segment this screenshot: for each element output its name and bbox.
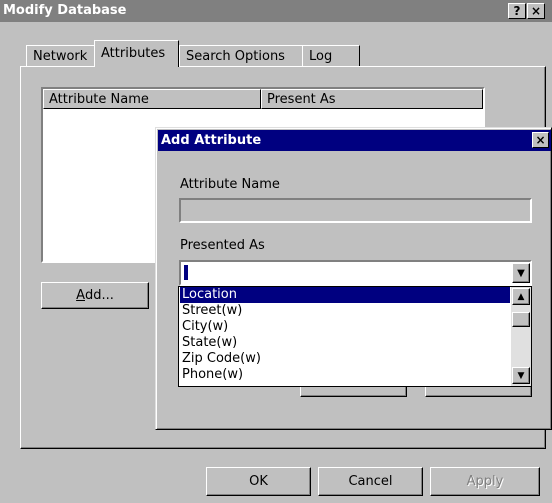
presented-as-combo[interactable]: ▼ [179,260,532,286]
presented-as-dropdown-list[interactable]: Location Street(w) City(w) State(w) Zip … [178,286,532,387]
tab-log[interactable]: Log [302,45,360,66]
tab-attributes[interactable]: Attributes [94,40,179,67]
window-title: Modify Database [3,3,127,18]
dialog-title: Add Attribute [161,133,262,148]
option-state[interactable]: State(w) [180,335,510,351]
dialog-close-button[interactable]: × [532,132,549,148]
close-button[interactable]: × [527,3,545,19]
title-bar: Modify Database ? × [0,0,552,22]
apply-button[interactable]: Apply [430,467,540,496]
add-button[interactable]: Add... [41,282,149,309]
dropdown-scrollbar[interactable]: ▲ ▼ [511,287,531,386]
add-button-mnemonic: A [76,288,85,303]
add-button-label: dd... [85,288,114,303]
ok-button[interactable]: OK [206,467,311,496]
text-cursor [184,265,188,280]
add-attribute-title-bar: Add Attribute × [158,130,551,151]
column-header-present-as[interactable]: Present As [261,89,483,109]
option-location[interactable]: Location [180,287,510,303]
modify-database-window: Modify Database ? × Network Attributes S… [0,0,552,503]
option-phone[interactable]: Phone(w) [180,367,510,383]
option-city[interactable]: City(w) [180,319,510,335]
add-attribute-dialog: Add Attribute × Attribute Name Presented… [155,127,552,430]
cancel-button[interactable]: Cancel [318,467,423,496]
scroll-up-icon[interactable]: ▲ [512,288,530,305]
attribute-name-input[interactable] [179,198,532,223]
tab-network[interactable]: Network [26,45,95,66]
option-zip-code[interactable]: Zip Code(w) [180,351,510,367]
presented-as-label: Presented As [180,238,265,253]
help-button[interactable]: ? [508,3,526,19]
option-street[interactable]: Street(w) [180,303,510,319]
attribute-name-label: Attribute Name [180,177,280,192]
scroll-thumb[interactable] [512,312,530,327]
column-header-attribute-name[interactable]: Attribute Name [43,89,261,109]
chevron-down-icon[interactable]: ▼ [512,263,530,283]
scroll-down-icon[interactable]: ▼ [512,367,530,384]
tab-search-options[interactable]: Search Options [179,45,303,66]
